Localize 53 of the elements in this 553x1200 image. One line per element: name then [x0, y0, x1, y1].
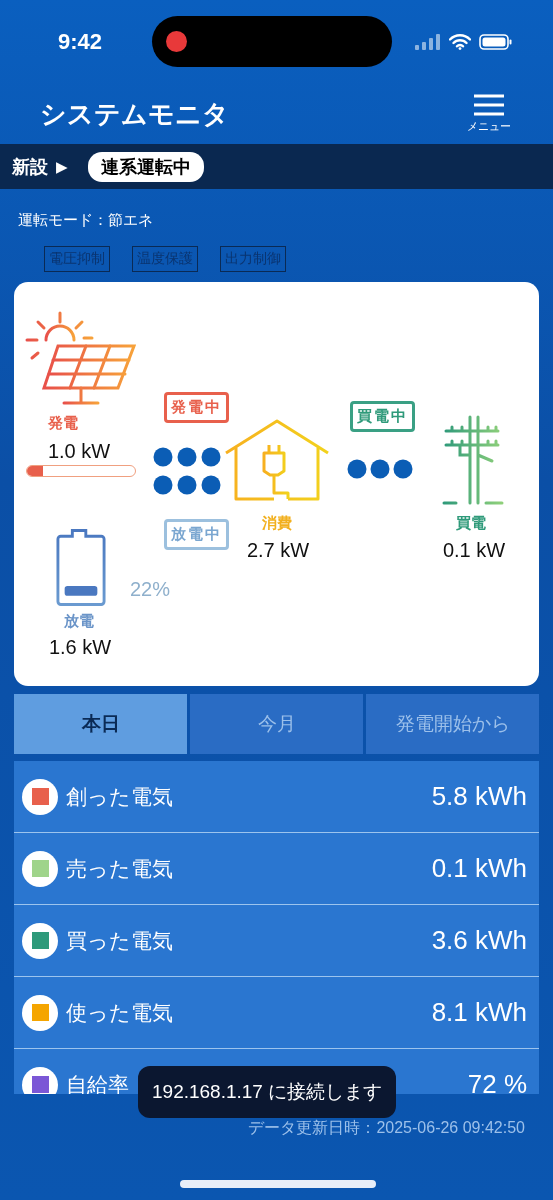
indicator-tag: 電圧抑制 [44, 246, 110, 272]
status-badge: 発電中 [164, 392, 229, 423]
house-icon [224, 419, 330, 501]
wifi-icon [449, 34, 471, 50]
legend-icon [22, 850, 58, 887]
status-badge: 放電中 [164, 519, 229, 550]
summary-value: 0.1 kWh [431, 853, 527, 884]
period-tab[interactable]: 本日 [14, 694, 187, 754]
update-time-text: データ更新日時：2025-06-26 09:42:50 [247, 1118, 526, 1138]
summary-value: 72 % [467, 1069, 527, 1094]
solar-panel-icon [24, 310, 136, 408]
status-badge: 連系運転中 [87, 151, 204, 182]
battery-icon [479, 34, 513, 50]
generation-value: 1.0 kW [46, 440, 112, 463]
indicator-tag: 温度保護 [132, 246, 198, 272]
generation-label: 発電 [48, 414, 78, 433]
summary-label: 売った電気 [66, 855, 173, 882]
summary-label: 買った電気 [66, 927, 173, 954]
flow-dots-icon [153, 447, 221, 495]
legend-icon [22, 1066, 58, 1094]
mode-text: 運転モード：節エネ [17, 210, 154, 230]
camera-pill-icon [152, 16, 392, 67]
summary-label: 自給率 [66, 1071, 129, 1094]
discharge-value: 1.6 kW [47, 636, 113, 659]
indicator-tag: 出力制御 [220, 246, 286, 272]
period-tab[interactable]: 発電開始から [366, 694, 539, 754]
signal-icon [415, 34, 441, 50]
discharge-label: 放電 [64, 612, 94, 631]
app-title: システムモニタ [40, 97, 229, 131]
purchase-label: 買電 [456, 514, 486, 533]
battery-level-icon [56, 528, 106, 606]
menu-button[interactable]: メニュー [467, 94, 511, 134]
battery-percent: 22% [130, 578, 171, 601]
summary-label: 創った電気 [66, 783, 173, 810]
menu-icon [473, 94, 505, 116]
breadcrumb-label: 新設 [12, 155, 48, 179]
clock-time: 9:42 [58, 29, 103, 55]
summary-value: 5.8 kWh [431, 781, 527, 812]
consumption-label: 消費 [262, 514, 292, 533]
flow-dots-icon [347, 459, 413, 479]
period-tab[interactable]: 今月 [190, 694, 363, 754]
summary-value: 3.6 kWh [431, 925, 527, 956]
status-badge: 買電中 [350, 401, 415, 432]
utility-pole-icon [442, 415, 504, 505]
legend-icon [22, 994, 58, 1031]
breadcrumb-arrow: ▶ [56, 157, 68, 176]
summary-label: 使った電気 [66, 999, 173, 1026]
summary-value: 8.1 kWh [431, 997, 527, 1028]
connection-toast: 192.168.1.17 に接続します [138, 1066, 397, 1118]
legend-icon [22, 922, 58, 959]
purchase-value: 0.1 kW [441, 539, 507, 562]
consumption-value: 2.7 kW [245, 539, 311, 562]
legend-icon [22, 778, 58, 815]
